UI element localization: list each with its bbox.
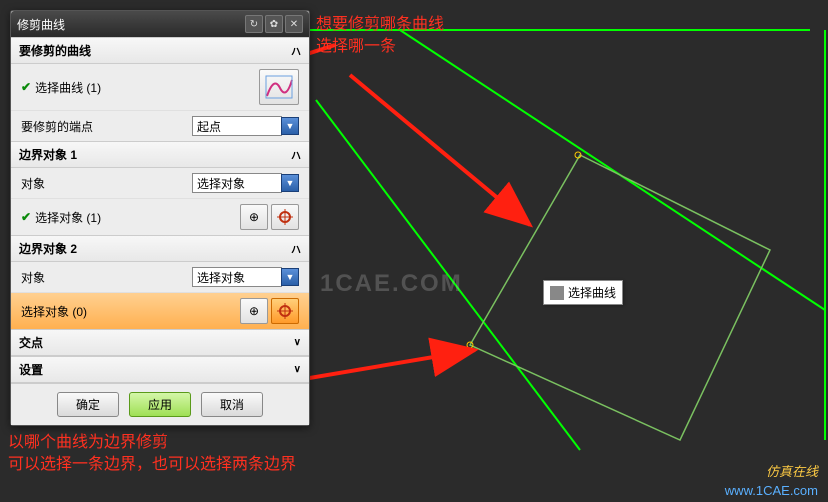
- row-endpoint: 要修剪的端点 起点 ▼: [11, 110, 309, 141]
- endpoint-label: 要修剪的端点: [21, 118, 192, 135]
- pick-target-icon[interactable]: [271, 204, 299, 230]
- section-label: 设置: [19, 361, 43, 378]
- annotation-line: 想要修剪哪条曲线: [316, 14, 444, 36]
- section-settings[interactable]: 设置 ∨: [11, 356, 309, 383]
- annotation-top: 想要修剪哪条曲线 选择哪一条: [316, 14, 444, 59]
- close-icon[interactable]: ✕: [285, 15, 303, 33]
- section-intersection[interactable]: 交点 ∨: [11, 329, 309, 356]
- pick-target-icon[interactable]: [271, 298, 299, 324]
- tooltip-icon: [550, 286, 564, 300]
- row-object-2: 对象 选择对象 ▼: [11, 262, 309, 292]
- endpoint-select[interactable]: 起点: [192, 116, 282, 136]
- chevron-down-icon[interactable]: ▼: [281, 117, 299, 135]
- object-select-1[interactable]: 选择对象: [192, 173, 282, 193]
- refresh-icon[interactable]: ↻: [245, 15, 263, 33]
- check-icon: ✔: [21, 210, 31, 224]
- annotation-line: 选择哪一条: [316, 36, 444, 58]
- cursor-tooltip: 选择曲线: [543, 280, 623, 305]
- select-curve-label: 选择曲线 (1): [35, 79, 256, 96]
- chevron-down-icon[interactable]: ▼: [281, 268, 299, 286]
- chevron-up-icon: ハ: [291, 241, 301, 256]
- object-label: 对象: [21, 269, 192, 286]
- gear-icon[interactable]: ✿: [265, 15, 283, 33]
- row-object-1: 对象 选择对象 ▼: [11, 168, 309, 198]
- object-label: 对象: [21, 175, 192, 192]
- section-label: 交点: [19, 334, 43, 351]
- annotation-line: 以哪个曲线为边界修剪: [8, 432, 296, 454]
- cancel-button[interactable]: 取消: [201, 392, 263, 417]
- section-boundary-2[interactable]: 边界对象 2 ハ: [11, 235, 309, 262]
- trim-curve-dialog: 修剪曲线 ↻ ✿ ✕ 要修剪的曲线 ハ ✔ 选择曲线 (1) 要修剪的端点 起点…: [10, 10, 310, 426]
- tooltip-text: 选择曲线: [568, 284, 616, 301]
- section-curves-to-trim[interactable]: 要修剪的曲线 ハ: [11, 37, 309, 64]
- curve-preview-icon[interactable]: [259, 69, 299, 105]
- check-icon: ✔: [21, 80, 31, 94]
- watermark-big: 1CAE.COM: [320, 270, 463, 298]
- chevron-up-icon: ハ: [291, 43, 301, 58]
- watermark-brand: 仿真在线: [766, 461, 818, 480]
- watermark-url: www.1CAE.com: [725, 483, 818, 498]
- annotation-bottom: 以哪个曲线为边界修剪 可以选择一条边界，也可以选择两条边界: [8, 432, 296, 477]
- section-label: 边界对象 2: [19, 240, 77, 257]
- row-select-curve: ✔ 选择曲线 (1): [11, 64, 309, 110]
- apply-button[interactable]: 应用: [129, 392, 191, 417]
- object-select-2[interactable]: 选择对象: [192, 267, 282, 287]
- chevron-up-icon: ハ: [291, 147, 301, 162]
- row-select-object-2: 选择对象 (0) ⊕: [11, 292, 309, 329]
- select-object-2-label: 选择对象 (0): [21, 303, 237, 320]
- annotation-line: 可以选择一条边界，也可以选择两条边界: [8, 454, 296, 476]
- row-select-object-1: ✔ 选择对象 (1) ⊕: [11, 198, 309, 235]
- section-boundary-1[interactable]: 边界对象 1 ハ: [11, 141, 309, 168]
- section-label: 要修剪的曲线: [19, 42, 91, 59]
- dialog-title: 修剪曲线: [17, 16, 243, 33]
- chevron-down-icon[interactable]: ▼: [281, 174, 299, 192]
- select-object-1-label: 选择对象 (1): [35, 209, 237, 226]
- chevron-down-icon: ∨: [294, 337, 301, 348]
- chevron-down-icon: ∨: [294, 364, 301, 375]
- dialog-titlebar[interactable]: 修剪曲线 ↻ ✿ ✕: [11, 11, 309, 37]
- section-label: 边界对象 1: [19, 146, 77, 163]
- ok-button[interactable]: 确定: [57, 392, 119, 417]
- add-selection-icon[interactable]: ⊕: [240, 298, 268, 324]
- add-selection-icon[interactable]: ⊕: [240, 204, 268, 230]
- dialog-footer: 确定 应用 取消: [11, 383, 309, 425]
